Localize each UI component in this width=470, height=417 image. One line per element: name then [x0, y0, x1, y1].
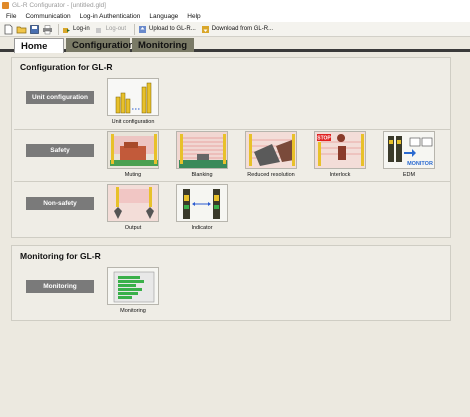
- tile-indicator[interactable]: Indicator: [176, 184, 228, 231]
- tab-home[interactable]: Home: [14, 38, 64, 53]
- muting-icon: [107, 131, 159, 169]
- tile-label: Muting: [124, 172, 142, 178]
- logout-label: Log-out: [105, 26, 127, 32]
- tile-label: Interlock: [329, 172, 351, 178]
- login-label: Log-in: [73, 26, 90, 32]
- section-divider: [14, 181, 450, 182]
- tile-unit-configuration[interactable]: Unit configuration: [107, 78, 159, 125]
- download-button[interactable]: Download from GL-R...: [201, 25, 273, 34]
- blanking-icon: [176, 131, 228, 169]
- tile-label: Monitoring: [120, 308, 146, 314]
- tab-configuration[interactable]: Configuration: [66, 38, 134, 52]
- tile-label: Reduced resolution: [247, 172, 295, 178]
- tile-label: Unit configuration: [111, 119, 155, 125]
- monitoring-category-button[interactable]: Monitoring: [26, 280, 94, 293]
- stop-sign-text: STOP: [317, 136, 331, 142]
- interlock-icon: STOP: [314, 131, 366, 169]
- menu-file[interactable]: File: [6, 13, 16, 20]
- menu-bar: File Communication Log-in Authentication…: [0, 11, 470, 22]
- tile-edm[interactable]: MONITOR EDM: [383, 131, 435, 178]
- monitoring-section-title: Monitoring for GL-R: [20, 251, 101, 261]
- tile-muting[interactable]: Muting: [107, 131, 159, 178]
- upload-button[interactable]: Upload to GL-R...: [138, 25, 196, 34]
- unit-configuration-category-button[interactable]: Unit configuration: [26, 91, 94, 104]
- title-bar: GL-R Configurator - [untitled.gld]: [0, 0, 470, 11]
- login-button[interactable]: Log-in: [62, 25, 90, 34]
- non-safety-category-button[interactable]: Non-safety: [26, 197, 94, 210]
- toolbar: Log-in Log-out Upload to GL-R... Downloa…: [0, 22, 470, 37]
- download-label: Download from GL-R...: [211, 26, 274, 32]
- tile-label: Output: [124, 225, 142, 231]
- logout-button[interactable]: Log-out: [95, 25, 126, 34]
- app-icon: [2, 2, 9, 9]
- menu-login-authentication[interactable]: Log-in Authentication: [80, 13, 141, 20]
- tab-strip: Home Configuration Monitoring: [0, 37, 470, 53]
- open-folder-icon[interactable]: [16, 24, 27, 35]
- edm-icon: MONITOR: [383, 131, 435, 169]
- tile-interlock[interactable]: STOP Interlock: [314, 131, 366, 178]
- print-icon[interactable]: [42, 24, 53, 35]
- upload-label: Upload to GL-R...: [149, 26, 196, 32]
- tile-label: EDM: [402, 172, 416, 178]
- indicator-icon: [176, 184, 228, 222]
- menu-help[interactable]: Help: [187, 13, 200, 20]
- reduced-resolution-icon: [245, 131, 297, 169]
- tile-blanking[interactable]: Blanking: [176, 131, 228, 178]
- tile-label: Blanking: [191, 172, 213, 178]
- save-icon[interactable]: [29, 24, 40, 35]
- logout-icon: [95, 25, 104, 34]
- toolbar-separator: [134, 23, 136, 35]
- download-icon: [201, 25, 210, 34]
- output-icon: [107, 184, 159, 222]
- tile-output[interactable]: Output: [107, 184, 159, 231]
- toolbar-separator: [58, 23, 59, 35]
- unit-configuration-icon: [107, 78, 159, 116]
- monitor-text: MONITOR: [407, 161, 433, 167]
- upload-icon: [138, 25, 147, 34]
- menu-communication[interactable]: Communication: [25, 13, 70, 20]
- login-icon: [62, 25, 71, 34]
- monitoring-icon: [107, 267, 159, 305]
- tile-label: Indicator: [191, 225, 213, 231]
- configuration-section-title: Configuration for GL-R: [20, 62, 113, 72]
- tab-monitoring[interactable]: Monitoring: [132, 38, 194, 52]
- new-file-icon[interactable]: [3, 24, 14, 35]
- window-title: GL-R Configurator - [untitled.gld]: [12, 2, 106, 9]
- section-divider: [14, 129, 450, 130]
- menu-language[interactable]: Language: [149, 13, 178, 20]
- safety-category-button[interactable]: Safety: [26, 144, 94, 157]
- tile-monitoring[interactable]: Monitoring: [107, 267, 159, 314]
- tile-reduced-resolution[interactable]: Reduced resolution: [245, 131, 297, 178]
